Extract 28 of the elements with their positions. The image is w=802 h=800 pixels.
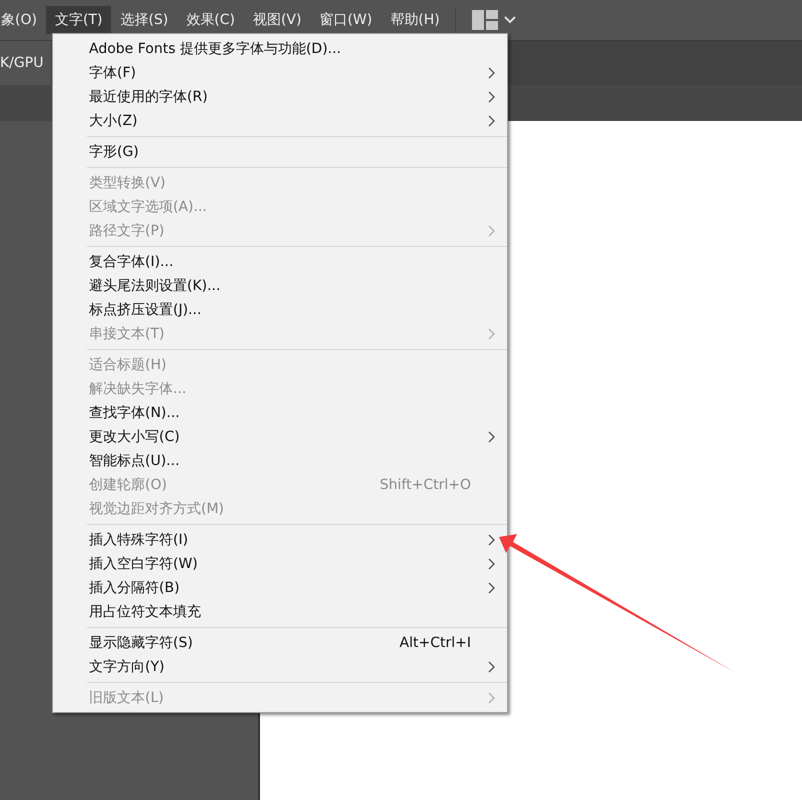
menu-bar-item[interactable]: 选择(S) [111, 6, 178, 34]
document-tab[interactable]: K/GPU [0, 41, 52, 85]
menu-item[interactable]: 文字方向(Y) [53, 655, 507, 679]
menu-item[interactable]: 用占位符文本填充 [53, 600, 507, 624]
menu-item[interactable]: 大小(Z) [53, 109, 507, 133]
menu-item[interactable]: 插入空白字符(W) [53, 552, 507, 576]
menu-item[interactable]: 字形(G) [53, 140, 507, 164]
menu-bar-item[interactable]: 窗口(W) [310, 6, 382, 34]
menu-item[interactable]: 更改大小写(C) [53, 425, 507, 449]
shortcut-label: Alt+Ctrl+I [400, 635, 471, 651]
menu-item[interactable]: 复合字体(I)... [53, 250, 507, 274]
menu-item[interactable]: 插入特殊字符(I) [53, 528, 507, 552]
menu-item[interactable]: Adobe Fonts 提供更多字体与功能(D)... [53, 37, 507, 61]
layout-icon [472, 10, 498, 30]
menu-item[interactable]: 避头尾法则设置(K)... [53, 274, 507, 298]
menu-item[interactable]: 显示隐藏字符(S) Alt+Ctrl+I [53, 631, 507, 655]
menu-item[interactable]: 字体(F) [53, 61, 507, 85]
menu-bar-item[interactable]: 效果(C) [177, 6, 244, 34]
menu-item[interactable]: 智能标点(U)... [53, 449, 507, 473]
menu-bar-item[interactable]: 象(O) [0, 6, 46, 34]
menu-item[interactable]: 查找字体(N)... [53, 401, 507, 425]
menu-bar-item[interactable]: 文字(T) [46, 6, 112, 34]
caret-icon [504, 16, 516, 24]
shortcut-label: Shift+Ctrl+O [380, 477, 471, 493]
menu-item[interactable]: 标点挤压设置(J)... [53, 298, 507, 322]
menu-bar-item[interactable]: 帮助(H) [381, 6, 449, 34]
menu-bar-item[interactable]: 视图(V) [244, 6, 310, 34]
menu-item[interactable]: 插入分隔符(B) [53, 576, 507, 600]
